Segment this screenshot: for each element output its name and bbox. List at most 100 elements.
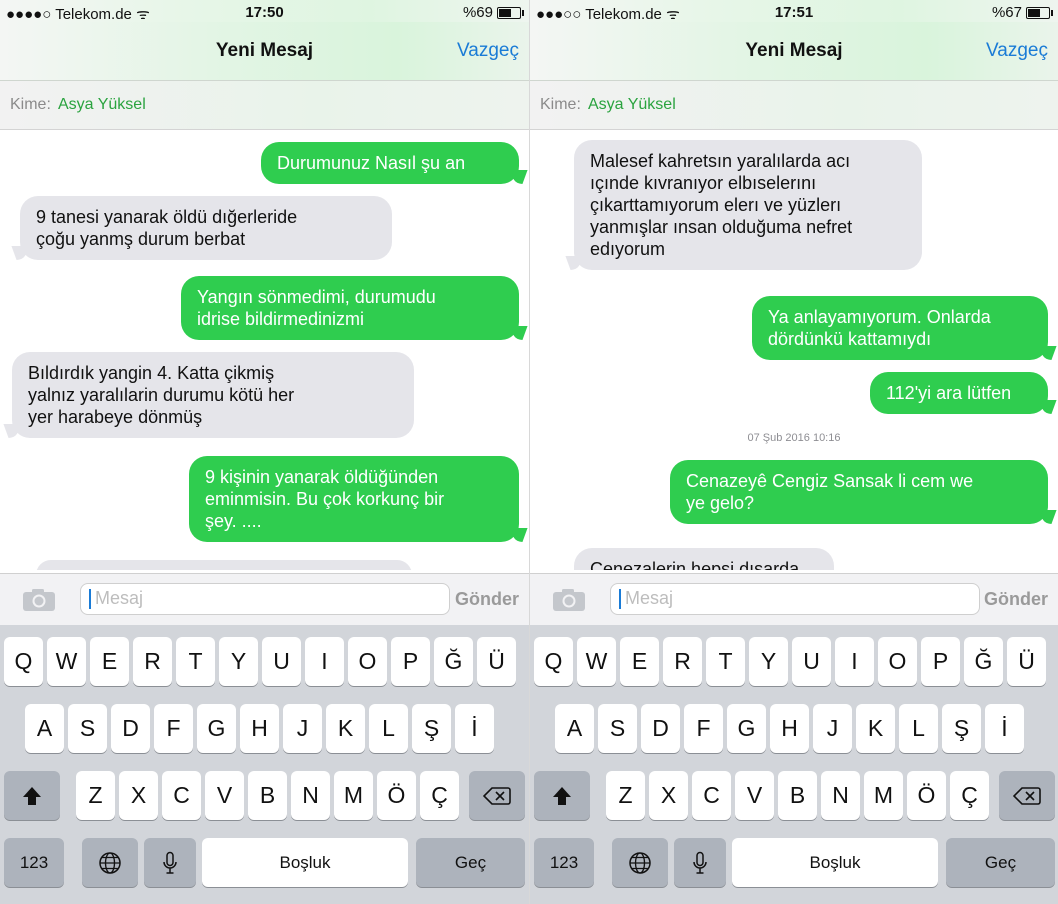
key-c-cedilla[interactable]: Ç xyxy=(420,771,459,820)
message-input[interactable]: Mesaj xyxy=(80,583,450,615)
key-y[interactable]: Y xyxy=(749,637,788,686)
recipient-name[interactable]: Asya Yüksel xyxy=(58,96,146,114)
send-button[interactable]: Gönder xyxy=(455,589,519,610)
key-r[interactable]: R xyxy=(133,637,172,686)
return-key[interactable]: Geç xyxy=(416,838,525,887)
recipient-name[interactable]: Asya Yüksel xyxy=(588,96,676,114)
key-u[interactable]: U xyxy=(262,637,301,686)
message-bubble-outgoing[interactable]: Cenazeyê Cengiz Sansak li cem we ye gelo… xyxy=(670,460,1048,524)
key-h[interactable]: H xyxy=(240,704,279,753)
space-key[interactable]: Boşluk xyxy=(202,838,408,887)
message-bubble-incoming[interactable]: Malesef kahretsın yaralılarda acı ıçınde… xyxy=(574,140,922,270)
key-l[interactable]: L xyxy=(899,704,938,753)
message-bubble-outgoing[interactable]: 9 kişinin yanarak öldüğünden eminmisin. … xyxy=(189,456,519,542)
message-bubble-incoming-partial[interactable] xyxy=(36,560,412,570)
key-f[interactable]: F xyxy=(154,704,193,753)
message-bubble-outgoing[interactable]: 112'yi ara lütfen xyxy=(870,372,1048,414)
key-d[interactable]: D xyxy=(641,704,680,753)
cancel-button[interactable]: Vazgeç xyxy=(457,40,519,62)
key-i-dot[interactable]: İ xyxy=(455,704,494,753)
key-g[interactable]: G xyxy=(727,704,766,753)
key-c-cedilla[interactable]: Ç xyxy=(950,771,989,820)
key-k[interactable]: K xyxy=(326,704,365,753)
shift-key[interactable] xyxy=(4,771,60,820)
key-w[interactable]: W xyxy=(577,637,616,686)
key-s[interactable]: S xyxy=(598,704,637,753)
key-n[interactable]: N xyxy=(821,771,860,820)
key-i[interactable]: I xyxy=(305,637,344,686)
key-o[interactable]: O xyxy=(348,637,387,686)
key-t[interactable]: T xyxy=(176,637,215,686)
key-b[interactable]: B xyxy=(778,771,817,820)
key-z[interactable]: Z xyxy=(606,771,645,820)
key-u-umlaut[interactable]: Ü xyxy=(1007,637,1046,686)
recipient-field[interactable]: Kime: Asya Yüksel xyxy=(530,81,1058,130)
key-j[interactable]: J xyxy=(813,704,852,753)
dictation-key[interactable] xyxy=(674,838,726,887)
key-t[interactable]: T xyxy=(706,637,745,686)
key-e[interactable]: E xyxy=(90,637,129,686)
space-key[interactable]: Boşluk xyxy=(732,838,938,887)
key-v[interactable]: V xyxy=(735,771,774,820)
globe-key[interactable] xyxy=(82,838,138,887)
key-u-umlaut[interactable]: Ü xyxy=(477,637,516,686)
message-bubble-incoming[interactable]: Cenezalerin hepsi dışarda xyxy=(574,548,834,570)
message-bubble-incoming[interactable]: 9 tanesi yanarak öldü dığerleride çoğu y… xyxy=(20,196,392,260)
message-bubble-outgoing[interactable]: Durumunuz Nasıl şu an xyxy=(261,142,519,184)
key-g[interactable]: G xyxy=(197,704,236,753)
key-i-dot[interactable]: İ xyxy=(985,704,1024,753)
key-y[interactable]: Y xyxy=(219,637,258,686)
key-o[interactable]: O xyxy=(878,637,917,686)
key-f[interactable]: F xyxy=(684,704,723,753)
key-o-umlaut[interactable]: Ö xyxy=(907,771,946,820)
message-thread[interactable]: Durumunuz Nasıl şu an 9 tanesi yanarak ö… xyxy=(0,130,529,570)
key-r[interactable]: R xyxy=(663,637,702,686)
key-m[interactable]: M xyxy=(864,771,903,820)
camera-icon[interactable] xyxy=(552,588,586,612)
send-button[interactable]: Gönder xyxy=(984,589,1048,610)
message-bubble-outgoing[interactable]: Ya anlayamıyorum. Onlarda dördünkü katta… xyxy=(752,296,1048,360)
key-p[interactable]: P xyxy=(391,637,430,686)
delete-key[interactable] xyxy=(469,771,525,820)
key-g-breve[interactable]: Ğ xyxy=(434,637,473,686)
key-l[interactable]: L xyxy=(369,704,408,753)
dictation-key[interactable] xyxy=(144,838,196,887)
key-s-cedilla[interactable]: Ş xyxy=(412,704,451,753)
key-a[interactable]: A xyxy=(25,704,64,753)
camera-icon[interactable] xyxy=(22,588,56,612)
key-s[interactable]: S xyxy=(68,704,107,753)
key-w[interactable]: W xyxy=(47,637,86,686)
key-e[interactable]: E xyxy=(620,637,659,686)
key-q[interactable]: Q xyxy=(4,637,43,686)
key-x[interactable]: X xyxy=(119,771,158,820)
key-s-cedilla[interactable]: Ş xyxy=(942,704,981,753)
message-bubble-incoming[interactable]: Bıldırdık yangin 4. Katta çikmiş yalnız … xyxy=(12,352,414,438)
key-c[interactable]: C xyxy=(692,771,731,820)
key-i[interactable]: I xyxy=(835,637,874,686)
key-c[interactable]: C xyxy=(162,771,201,820)
return-key[interactable]: Geç xyxy=(946,838,1055,887)
key-z[interactable]: Z xyxy=(76,771,115,820)
delete-key[interactable] xyxy=(999,771,1055,820)
cancel-button[interactable]: Vazgeç xyxy=(986,40,1048,62)
key-b[interactable]: B xyxy=(248,771,287,820)
key-x[interactable]: X xyxy=(649,771,688,820)
key-u[interactable]: U xyxy=(792,637,831,686)
key-a[interactable]: A xyxy=(555,704,594,753)
message-bubble-outgoing[interactable]: Yangın sönmedimi, durumudu idrise bildir… xyxy=(181,276,519,340)
key-o-umlaut[interactable]: Ö xyxy=(377,771,416,820)
key-h[interactable]: H xyxy=(770,704,809,753)
recipient-field[interactable]: Kime: Asya Yüksel xyxy=(0,81,529,130)
message-input[interactable]: Mesaj xyxy=(610,583,980,615)
key-v[interactable]: V xyxy=(205,771,244,820)
shift-key[interactable] xyxy=(534,771,590,820)
key-q[interactable]: Q xyxy=(534,637,573,686)
numbers-key[interactable]: 123 xyxy=(4,838,64,887)
message-thread[interactable]: Malesef kahretsın yaralılarda acı ıçınde… xyxy=(530,130,1058,570)
globe-key[interactable] xyxy=(612,838,668,887)
key-n[interactable]: N xyxy=(291,771,330,820)
numbers-key[interactable]: 123 xyxy=(534,838,594,887)
key-m[interactable]: M xyxy=(334,771,373,820)
key-j[interactable]: J xyxy=(283,704,322,753)
key-d[interactable]: D xyxy=(111,704,150,753)
